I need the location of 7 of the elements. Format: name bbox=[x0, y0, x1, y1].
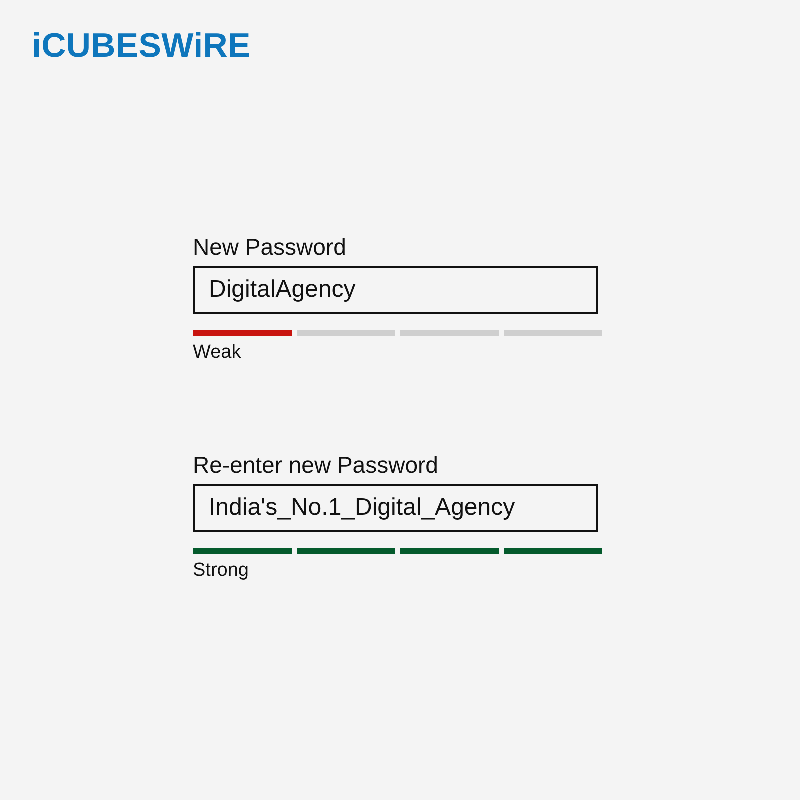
field-label: Re-enter new Password bbox=[193, 452, 438, 478]
strength-text: Weak bbox=[193, 342, 242, 364]
password-field[interactable]: DigitalAgency bbox=[193, 266, 598, 314]
password-field[interactable]: India's_No.1_Digital_Agency bbox=[193, 484, 598, 532]
strength-text: Strong bbox=[193, 560, 249, 582]
logo: iCUBESWiRE bbox=[32, 29, 251, 63]
field-label: New Password bbox=[193, 234, 346, 260]
